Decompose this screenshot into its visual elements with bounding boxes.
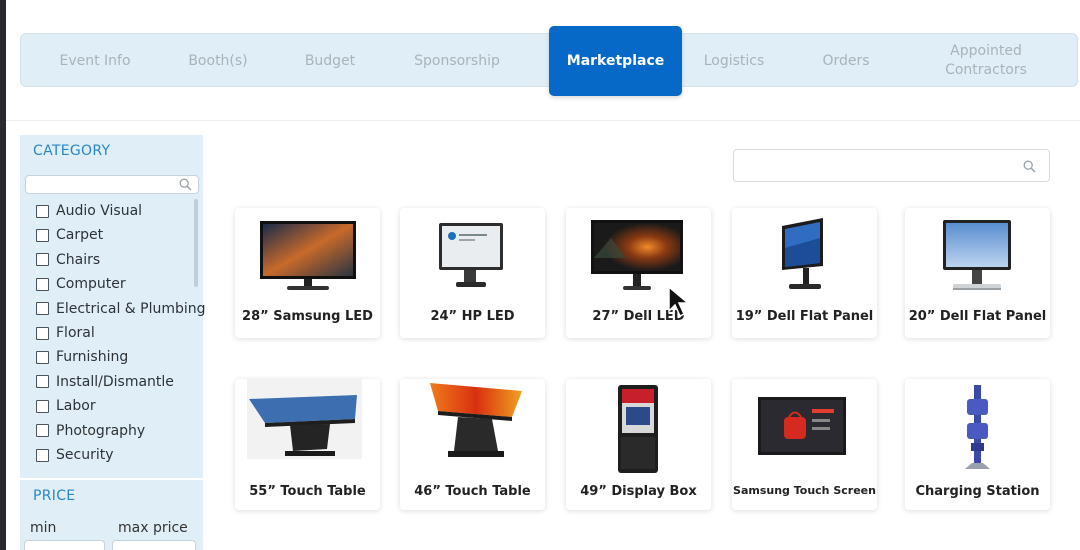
product-card[interactable]: 20” Dell Flat Panel (905, 208, 1050, 338)
category-label: Carpet (56, 227, 104, 244)
product-title: Samsung Touch Screen (733, 484, 876, 497)
hp-monitor-image (439, 223, 503, 287)
category-label: Furnishing (56, 349, 129, 366)
product-title: 46” Touch Table (414, 484, 531, 499)
category-label: Photography (56, 422, 146, 439)
tab-sponsorship[interactable]: Sponsorship (399, 34, 515, 88)
category-item-carpet[interactable]: Carpet (36, 225, 211, 245)
category-item-security[interactable]: Security (36, 445, 211, 465)
category-item-computer[interactable]: Computer (36, 274, 211, 294)
product-card[interactable]: 46” Touch Table (400, 379, 545, 510)
checkbox[interactable] (36, 228, 49, 242)
product-card[interactable]: 19” Dell Flat Panel (732, 208, 877, 338)
product-title: 24” HP LED (430, 309, 515, 324)
tab-bar: Event Info Booth(s) Budget Sponsorship M… (20, 26, 1078, 96)
product-title: 19” Dell Flat Panel (735, 309, 874, 324)
category-item-photography[interactable]: Photography (36, 421, 211, 441)
search-icon (179, 178, 192, 191)
checkbox[interactable] (36, 375, 49, 389)
product-card[interactable]: 49” Display Box (566, 379, 711, 510)
checkbox[interactable] (36, 302, 49, 316)
checkbox[interactable] (36, 424, 49, 438)
checkbox[interactable] (36, 448, 49, 462)
checkbox[interactable] (36, 204, 49, 218)
tab-logistics[interactable]: Logistics (689, 34, 779, 88)
mouse-cursor-icon (668, 285, 691, 318)
category-item-floral[interactable]: Floral (36, 323, 211, 343)
tab-booths[interactable]: Booth(s) (171, 34, 265, 88)
samsung-monitor-image (260, 221, 356, 290)
category-label: Electrical & Plumbing (56, 300, 206, 317)
touch-screen-image (758, 397, 846, 455)
product-search-input[interactable] (733, 149, 1050, 182)
touch-table-image (430, 383, 522, 457)
window-edge (0, 0, 6, 550)
product-title: Charging Station (915, 484, 1040, 499)
category-item-labor[interactable]: Labor (36, 396, 211, 416)
display-box-image (618, 385, 658, 473)
category-label: Security (56, 447, 114, 463)
checkbox[interactable] (36, 350, 49, 364)
touch-table-image (247, 379, 362, 459)
category-item-audio-visual[interactable]: Audio Visual (36, 201, 211, 221)
tab-marketplace[interactable]: Marketplace (549, 26, 682, 96)
product-title: 49” Display Box (580, 484, 697, 499)
category-search-input[interactable] (25, 175, 199, 194)
product-card[interactable]: 24” HP LED (400, 208, 545, 338)
checkbox[interactable] (36, 326, 49, 340)
category-item-install-dismantle[interactable]: Install/Dismantle (36, 372, 211, 392)
category-item-electrical-plumbing[interactable]: Electrical & Plumbing (36, 299, 211, 319)
product-card[interactable]: 55” Touch Table (235, 379, 380, 510)
checkbox[interactable] (36, 277, 49, 291)
category-label: Chairs (56, 251, 101, 268)
category-item-furnishing[interactable]: Furnishing (36, 347, 211, 367)
tab-event-info[interactable]: Event Info (41, 34, 149, 88)
section-divider (20, 478, 203, 480)
product-card[interactable]: Samsung Touch Screen (732, 379, 877, 510)
filter-sidebar: CATEGORY Audio Visual Carpet Chairs Comp… (20, 135, 206, 550)
tab-budget[interactable]: Budget (285, 34, 375, 88)
checkbox[interactable] (36, 399, 49, 413)
min-price-input[interactable] (24, 540, 105, 550)
dell-flat-panel-image (782, 218, 823, 289)
category-label: Labor (56, 398, 96, 415)
checkbox[interactable] (36, 253, 49, 267)
divider (6, 120, 1080, 121)
min-price-label: min (30, 520, 57, 536)
category-label: Audio Visual (56, 203, 143, 219)
max-price-label: max price (118, 520, 188, 536)
search-icon (1023, 160, 1036, 173)
product-title: 20” Dell Flat Panel (908, 309, 1047, 324)
price-heading: PRICE (33, 488, 76, 504)
product-title: 28” Samsung LED (242, 309, 373, 324)
category-label: Computer (56, 276, 126, 293)
dell-flat-panel-image (943, 220, 1011, 290)
tab-appointed-contractors[interactable]: Appointed Contractors (921, 34, 1051, 88)
category-item-chairs[interactable]: Chairs (36, 250, 211, 270)
category-label: Install/Dismantle (56, 373, 174, 390)
max-price-input[interactable] (112, 540, 196, 550)
charging-station-image (965, 385, 990, 469)
product-card[interactable]: Charging Station (905, 379, 1050, 510)
product-card[interactable]: 28” Samsung LED (235, 208, 380, 338)
category-heading: CATEGORY (33, 143, 111, 159)
category-label: Floral (56, 325, 95, 341)
product-title: 55” Touch Table (249, 484, 366, 499)
tab-orders[interactable]: Orders (803, 34, 889, 88)
